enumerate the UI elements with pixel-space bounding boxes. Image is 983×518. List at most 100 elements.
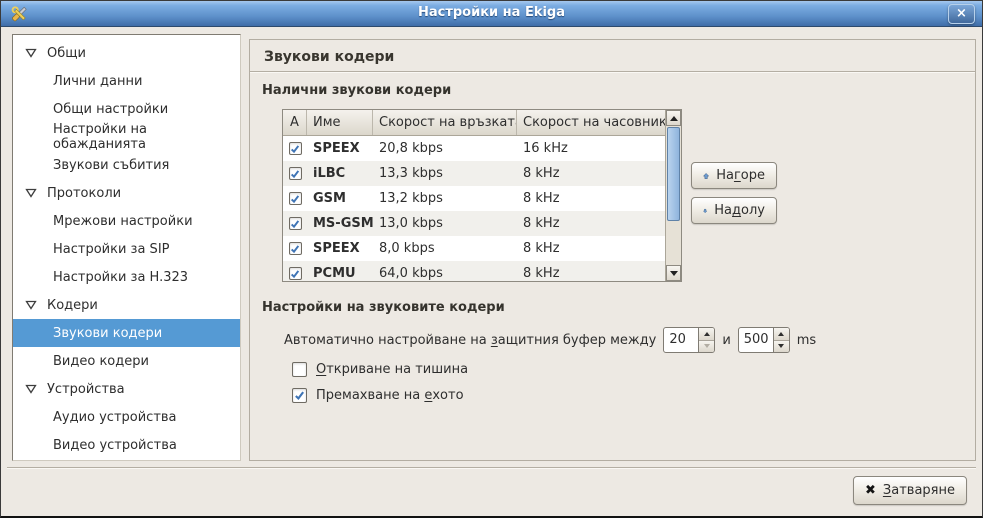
table-row[interactable]: PCMU64,0 kbps8 kHz bbox=[283, 261, 665, 281]
codecs-section-title: Налични звукови кодери bbox=[262, 83, 451, 98]
jitter-min-value[interactable]: 20 bbox=[664, 328, 698, 352]
check-icon bbox=[290, 194, 300, 204]
codec-table: AИмеСкорост на връзкатаСкорост на часовн… bbox=[282, 109, 682, 282]
codec-bandwidth-cell: 13,0 kbps bbox=[373, 216, 517, 231]
sidebar: Общи Лични данни Общи настройкиНастройки н… bbox=[12, 34, 241, 461]
spin-down-icon bbox=[778, 344, 784, 348]
check-icon bbox=[290, 244, 300, 254]
jitter-max-spinbox[interactable]: 500 bbox=[738, 327, 790, 353]
spin-down-icon bbox=[704, 344, 710, 348]
window-close-button[interactable]: × bbox=[948, 4, 975, 24]
sidebar-section[interactable]: Протоколи bbox=[13, 179, 240, 207]
sidebar-tree: Общи Лични данни Общи настройкиНастройки н… bbox=[13, 35, 240, 459]
codec-table-header: AИмеСкорост на връзкатаСкорост на часовн… bbox=[283, 110, 681, 136]
table-row[interactable]: MS-GSM13,0 kbps8 kHz bbox=[283, 211, 665, 236]
sidebar-item-label: Настройки на обажданията bbox=[53, 122, 240, 152]
column-header[interactable]: A bbox=[283, 110, 307, 135]
table-row[interactable]: SPEEX20,8 kbps16 kHz bbox=[283, 136, 665, 161]
jitter-and-label: и bbox=[722, 333, 730, 348]
sidebar-item[interactable]: Настройки за H.323 bbox=[13, 263, 240, 291]
jitter-min-spinbox[interactable]: 20 bbox=[663, 327, 715, 353]
move-down-label: Надолу bbox=[714, 203, 765, 218]
codec-enabled-cell bbox=[283, 167, 307, 180]
spin-up-button[interactable] bbox=[774, 328, 789, 340]
column-header[interactable]: Скорост на часовника bbox=[517, 110, 665, 135]
expander-icon[interactable] bbox=[25, 300, 37, 310]
move-up-button[interactable]: Нагоре bbox=[691, 162, 777, 189]
expander-icon[interactable] bbox=[25, 384, 37, 394]
check-icon bbox=[294, 390, 305, 401]
sidebar-item[interactable]: Настройки на обажданията bbox=[13, 123, 240, 151]
check-icon bbox=[290, 144, 300, 154]
codec-bandwidth-cell: 64,0 kbps bbox=[373, 266, 517, 281]
table-scrollbar[interactable] bbox=[665, 110, 681, 281]
close-icon: × bbox=[956, 6, 967, 21]
expander-icon[interactable] bbox=[25, 188, 37, 198]
codec-name-cell: MS-GSM bbox=[307, 216, 373, 231]
silence-detection-checkbox[interactable] bbox=[292, 362, 307, 377]
echo-cancellation-row[interactable]: Премахване на ехото bbox=[292, 388, 464, 403]
table-row[interactable]: iLBC13,3 kbps8 kHz bbox=[283, 161, 665, 186]
sidebar-item-label: Звукови кодери bbox=[53, 326, 162, 341]
triangle-down-icon bbox=[670, 271, 678, 276]
sidebar-section-label: Протоколи bbox=[47, 186, 121, 201]
sidebar-item[interactable]: Аудио устройства bbox=[13, 403, 240, 431]
codec-enabled-checkbox[interactable] bbox=[289, 217, 302, 230]
sidebar-item[interactable]: Настройки за SIP bbox=[13, 235, 240, 263]
expander-icon[interactable] bbox=[25, 48, 37, 58]
codec-name-cell: SPEEX bbox=[307, 141, 373, 156]
codec-table-body: SPEEX20,8 kbps16 kHziLBC13,3 kbps8 kHzGS… bbox=[283, 136, 665, 281]
sidebar-section[interactable]: Устройства bbox=[13, 375, 240, 403]
codec-enabled-checkbox[interactable] bbox=[289, 267, 302, 280]
scrollbar-thumb[interactable] bbox=[667, 127, 680, 221]
echo-cancellation-checkbox[interactable] bbox=[292, 388, 307, 403]
sidebar-section[interactable]: Кодери bbox=[13, 291, 240, 319]
titlebar[interactable]: Настройки на Ekiga × bbox=[1, 1, 982, 27]
table-row[interactable]: GSM13,2 kbps8 kHz bbox=[283, 186, 665, 211]
move-down-button[interactable]: Надолу bbox=[691, 197, 777, 224]
sidebar-item-label: Настройки за H.323 bbox=[53, 270, 188, 285]
spin-up-icon bbox=[778, 332, 784, 336]
sidebar-item-label: Лични данни bbox=[53, 74, 142, 89]
codec-clock-rate-cell: 8 kHz bbox=[517, 241, 665, 256]
silence-detection-row[interactable]: Откриване на тишина bbox=[292, 362, 468, 377]
sidebar-section[interactable]: Общи bbox=[13, 39, 240, 67]
sidebar-item[interactable]: Видео кодери bbox=[13, 347, 240, 375]
sidebar-item[interactable]: Звукови кодери bbox=[13, 319, 240, 347]
close-button[interactable]: ✖ Затваряне bbox=[853, 476, 967, 505]
codec-name-cell: PCMU bbox=[307, 266, 373, 281]
codec-enabled-checkbox[interactable] bbox=[289, 192, 302, 205]
jitter-max-value[interactable]: 500 bbox=[739, 328, 773, 352]
sidebar-item[interactable]: Мрежови настройки bbox=[13, 207, 240, 235]
codec-bandwidth-cell: 13,3 kbps bbox=[373, 166, 517, 181]
spin-down-button[interactable] bbox=[699, 340, 714, 353]
table-row[interactable]: SPEEX8,0 kbps8 kHz bbox=[283, 236, 665, 261]
content-panel: Звукови кодери Налични звукови кодери AИ… bbox=[249, 39, 976, 461]
window-title: Настройки на Ekiga bbox=[1, 5, 982, 20]
codec-bandwidth-cell: 20,8 kbps bbox=[373, 141, 517, 156]
sidebar-section-label: Устройства bbox=[47, 382, 125, 397]
column-header[interactable]: Скорост на връзката bbox=[373, 110, 517, 135]
sidebar-section-label: Кодери bbox=[47, 298, 98, 313]
column-header[interactable]: Име bbox=[307, 110, 373, 135]
codec-bandwidth-cell: 13,2 kbps bbox=[373, 191, 517, 206]
codec-clock-rate-cell: 16 kHz bbox=[517, 141, 665, 156]
sidebar-item[interactable]: Общи настройки bbox=[13, 95, 240, 123]
spin-down-button[interactable] bbox=[774, 340, 789, 353]
sidebar-item[interactable]: Звукови събития bbox=[13, 151, 240, 179]
echo-cancellation-label: Премахване на ехото bbox=[316, 388, 464, 403]
codec-name-cell: GSM bbox=[307, 191, 373, 206]
codec-enabled-cell bbox=[283, 242, 307, 255]
silence-detection-label: Откриване на тишина bbox=[316, 362, 468, 377]
codec-enabled-checkbox[interactable] bbox=[289, 142, 302, 155]
codec-enabled-checkbox[interactable] bbox=[289, 242, 302, 255]
scroll-down-button[interactable] bbox=[666, 265, 681, 281]
sidebar-item[interactable]: Видео устройства bbox=[13, 431, 240, 459]
sidebar-item-label: Аудио устройства bbox=[53, 410, 177, 425]
jitter-buffer-row: Автоматично настройване на защитния буфе… bbox=[284, 327, 816, 353]
spin-up-button[interactable] bbox=[699, 328, 714, 340]
codec-enabled-checkbox[interactable] bbox=[289, 167, 302, 180]
sidebar-item[interactable]: Лични данни bbox=[13, 67, 240, 95]
scroll-up-button[interactable] bbox=[666, 110, 681, 126]
action-area-separator bbox=[7, 467, 976, 469]
